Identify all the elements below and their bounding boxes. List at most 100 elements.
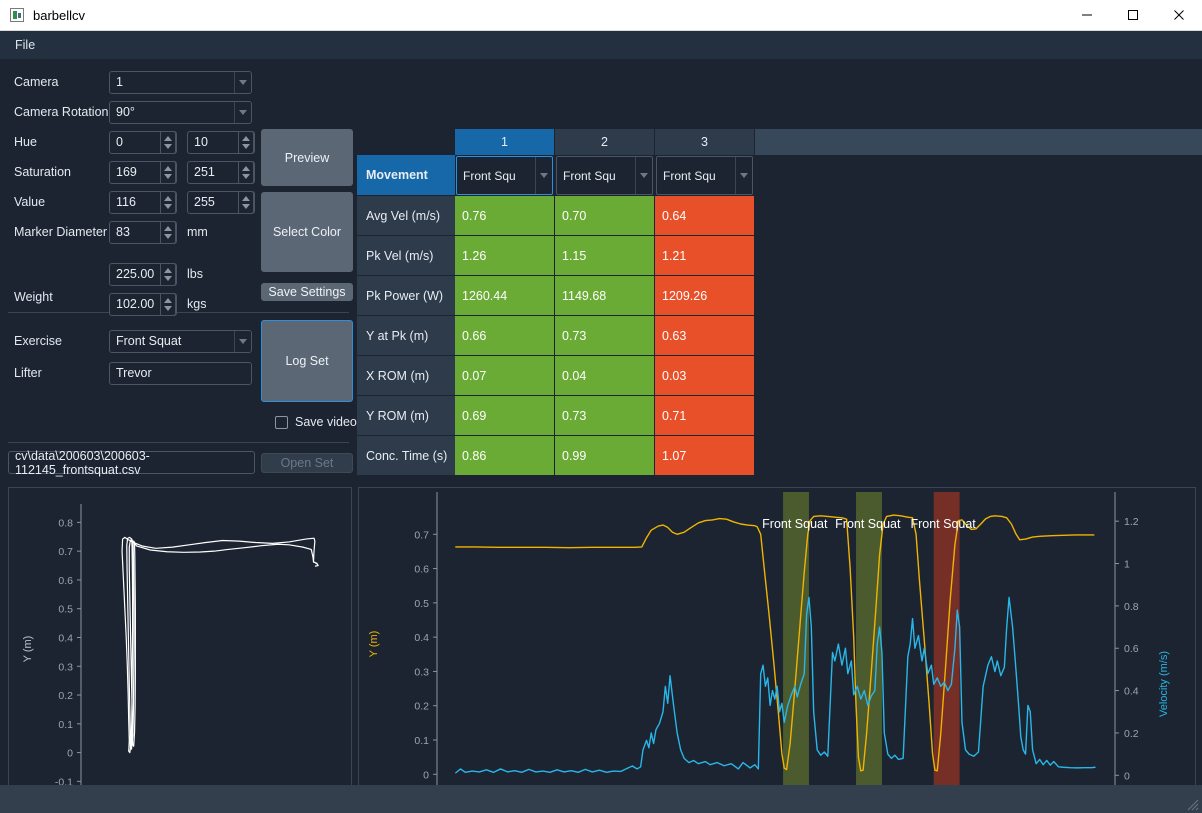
- table-cell[interactable]: 0.70: [555, 196, 655, 236]
- save-settings-button[interactable]: Save Settings: [261, 283, 353, 301]
- y-right-tick-label: 0.8: [1124, 601, 1139, 613]
- table-cell[interactable]: 0.73: [555, 396, 655, 436]
- movement-cell-2: Front Squ: [555, 155, 655, 196]
- resize-grip-icon[interactable]: [1185, 797, 1199, 811]
- chevron-down-icon[interactable]: [635, 157, 652, 194]
- weight-kgs-unit: kgs: [187, 297, 207, 311]
- movement-row-label: Movement: [357, 155, 455, 196]
- table-row: Y ROM (m) 0.69 0.73 0.71: [357, 396, 1202, 436]
- movement-value-3: Front Squ: [663, 168, 716, 183]
- camera-select[interactable]: 1: [109, 70, 252, 94]
- table-cell[interactable]: 0.73: [555, 316, 655, 356]
- marker-diameter-stepper[interactable]: 83: [109, 220, 177, 244]
- save-video-row: Save video: [268, 415, 357, 429]
- camera-value: 1: [116, 75, 123, 89]
- camera-rotation-row: Camera Rotation 90°: [6, 97, 351, 127]
- y-left-tick-label: 0.4: [414, 632, 429, 644]
- weight-lbs-stepper[interactable]: 225.00: [109, 262, 177, 286]
- close-icon[interactable]: [1156, 0, 1202, 31]
- divider: [8, 442, 349, 443]
- weight-kgs-stepper[interactable]: 102.00: [109, 292, 177, 316]
- table-cell[interactable]: 1.15: [555, 236, 655, 276]
- minimize-icon[interactable]: [1064, 0, 1110, 31]
- chevron-down-icon[interactable]: [234, 101, 251, 123]
- table-cell[interactable]: 0.99: [555, 436, 655, 476]
- table-cell[interactable]: 1.26: [455, 236, 555, 276]
- stepper-arrows-icon[interactable]: [238, 160, 254, 184]
- table-blank-cell: [755, 436, 1202, 476]
- stepper-arrows-icon[interactable]: [160, 292, 176, 316]
- value-min-stepper[interactable]: 116: [109, 190, 177, 214]
- hue-min-stepper[interactable]: 0: [109, 130, 177, 154]
- hue-label: Hue: [14, 135, 37, 149]
- y-left-tick-label: 0.5: [414, 598, 429, 610]
- table-cell[interactable]: 0.03: [655, 356, 755, 396]
- menu-bar: File: [0, 31, 1202, 59]
- open-set-button[interactable]: Open Set: [261, 452, 353, 473]
- table-cell[interactable]: 0.63: [655, 316, 755, 356]
- chevron-down-icon[interactable]: [735, 157, 752, 194]
- y-left-axis-label: Y (m): [368, 631, 380, 658]
- hue-max-stepper[interactable]: 10: [187, 130, 255, 154]
- saturation-max-stepper[interactable]: 251: [187, 160, 255, 184]
- file-path-row: cv\data\200603\200603-112145_frontsquat.…: [8, 448, 353, 477]
- movement-select-1[interactable]: Front Squ: [456, 156, 553, 195]
- table-cell[interactable]: 0.69: [455, 396, 555, 436]
- table-cell[interactable]: 0.07: [455, 356, 555, 396]
- saturation-min-stepper[interactable]: 169: [109, 160, 177, 184]
- stepper-arrows-icon[interactable]: [160, 160, 176, 184]
- log-set-button[interactable]: Log Set: [261, 320, 353, 402]
- chevron-down-icon[interactable]: [234, 71, 251, 93]
- menu-item-file[interactable]: File: [5, 34, 45, 56]
- value-max-stepper[interactable]: 255: [187, 190, 255, 214]
- table-cell[interactable]: 1260.44: [455, 276, 555, 316]
- file-path-input[interactable]: cv\data\200603\200603-112145_frontsquat.…: [8, 448, 255, 477]
- movement-select-3[interactable]: Front Squ: [656, 156, 753, 195]
- saturation-max-value: 251: [194, 165, 215, 179]
- y-tick-label: 0.3: [58, 661, 73, 673]
- y-right-axis-label: Velocity (m/s): [1158, 651, 1170, 717]
- stepper-arrows-icon[interactable]: [238, 130, 254, 154]
- table-cell[interactable]: 1149.68: [555, 276, 655, 316]
- table-blank-cell: [755, 236, 1202, 276]
- series-line-position: [455, 514, 1095, 772]
- table-column-header-2[interactable]: 2: [555, 129, 655, 155]
- rep-annotation-label: Front Squat: [762, 517, 828, 531]
- y-left-tick-label: 0.3: [414, 666, 429, 678]
- table-cell[interactable]: 0.71: [655, 396, 755, 436]
- chevron-down-icon[interactable]: [535, 157, 552, 194]
- y-right-tick-label: 1.2: [1124, 516, 1139, 528]
- table-cell[interactable]: 1209.26: [655, 276, 755, 316]
- table-cell[interactable]: 0.04: [555, 356, 655, 396]
- camera-rotation-select[interactable]: 90°: [109, 100, 252, 124]
- table-header-filler: [755, 129, 1202, 155]
- table-column-header-3[interactable]: 3: [655, 129, 755, 155]
- table-cell[interactable]: 1.07: [655, 436, 755, 476]
- stepper-arrows-icon[interactable]: [160, 130, 176, 154]
- chevron-down-icon[interactable]: [234, 330, 251, 352]
- row-label: Conc. Time (s): [357, 436, 455, 476]
- select-color-button[interactable]: Select Color: [261, 192, 353, 272]
- table-cell[interactable]: 0.86: [455, 436, 555, 476]
- save-video-checkbox[interactable]: [275, 415, 288, 429]
- movement-select-2[interactable]: Front Squ: [556, 156, 653, 195]
- movement-value-2: Front Squ: [563, 168, 616, 183]
- maximize-icon[interactable]: [1110, 0, 1156, 31]
- stepper-arrows-icon[interactable]: [160, 262, 176, 286]
- marker-diameter-unit: mm: [187, 225, 208, 239]
- table-cell[interactable]: 0.66: [455, 316, 555, 356]
- lifter-input[interactable]: Trevor: [109, 361, 252, 385]
- file-path-value: cv\data\200603\200603-112145_frontsquat.…: [15, 448, 150, 477]
- stepper-arrows-icon[interactable]: [160, 190, 176, 214]
- preview-button[interactable]: Preview: [261, 129, 353, 186]
- marker-diameter-label: Marker Diameter: [14, 225, 108, 239]
- row-label: Pk Vel (m/s): [357, 236, 455, 276]
- table-cell[interactable]: 0.64: [655, 196, 755, 236]
- exercise-select[interactable]: Front Squat: [109, 329, 252, 353]
- table-cell[interactable]: 0.76: [455, 196, 555, 236]
- stepper-arrows-icon[interactable]: [238, 190, 254, 214]
- stepper-arrows-icon[interactable]: [160, 220, 176, 244]
- table-cell[interactable]: 1.21: [655, 236, 755, 276]
- table-column-header-1[interactable]: 1: [455, 129, 555, 155]
- bar-path-trace: [121, 536, 319, 754]
